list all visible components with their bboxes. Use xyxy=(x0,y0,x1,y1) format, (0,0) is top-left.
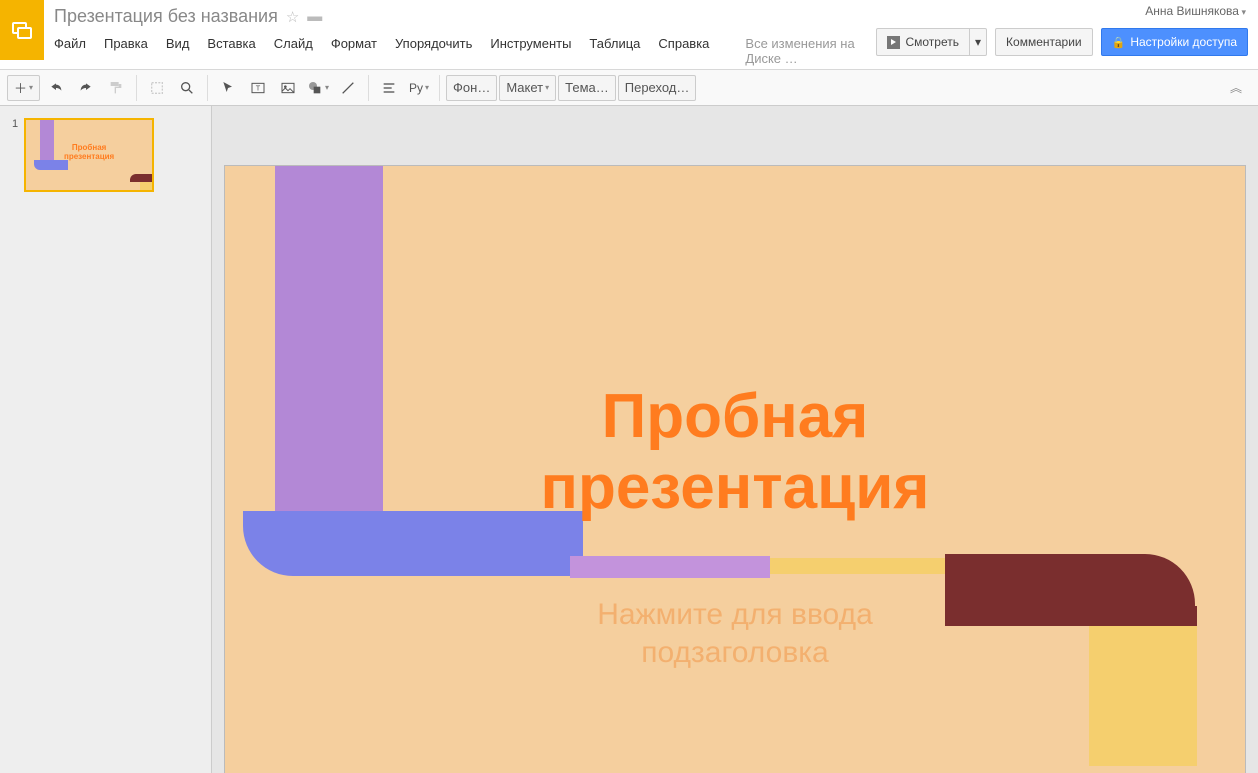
user-account-label[interactable]: Анна Вишнякова xyxy=(1145,4,1246,18)
transition-button[interactable]: Переход… xyxy=(618,75,697,101)
menu-arrange[interactable]: Упорядочить xyxy=(395,33,472,69)
menu-help[interactable]: Справка xyxy=(658,33,709,69)
app-header: Презентация без названия ☆ ▬ Файл Правка… xyxy=(0,0,1258,70)
menu-tools[interactable]: Инструменты xyxy=(490,33,571,69)
toolbar: ＋▾ T ▾ Ру▾ Фон… Макет▾ Тема… Переход… ︽ xyxy=(0,70,1258,106)
bg-label: Фон… xyxy=(453,80,490,95)
menu-slide[interactable]: Слайд xyxy=(274,33,313,69)
menu-edit[interactable]: Правка xyxy=(104,33,148,69)
menu-insert[interactable]: Вставка xyxy=(207,33,255,69)
align-tool[interactable] xyxy=(375,75,403,101)
layout-button[interactable]: Макет▾ xyxy=(499,75,556,101)
slide-subtitle-placeholder[interactable]: Нажмите для вводаподзаголовка xyxy=(225,596,1245,671)
redo-button[interactable] xyxy=(72,75,100,101)
menu-format[interactable]: Формат xyxy=(331,33,377,69)
cursor-icon xyxy=(220,80,236,96)
present-button-group: Смотреть ▾ xyxy=(876,28,987,56)
separator xyxy=(368,75,369,101)
title-area: Презентация без названия ☆ ▬ Файл Правка… xyxy=(44,0,866,69)
decor-yellow-bar xyxy=(770,558,948,574)
separator xyxy=(207,75,208,101)
select-tool[interactable] xyxy=(214,75,242,101)
zoom-button[interactable] xyxy=(173,75,201,101)
paint-roller-icon xyxy=(108,80,124,96)
theme-button[interactable]: Тема… xyxy=(558,75,616,101)
line-tool[interactable] xyxy=(334,75,362,101)
shape-tool[interactable]: ▾ xyxy=(304,75,332,101)
save-status: Все изменения на Диске … xyxy=(745,33,856,69)
present-label: Смотреть xyxy=(905,35,959,49)
present-button[interactable]: Смотреть xyxy=(876,28,970,56)
lock-icon xyxy=(1112,35,1126,49)
thumb-title: Пробнаяпрезентация xyxy=(26,144,152,162)
fit-button[interactable] xyxy=(143,75,171,101)
textbox-icon: T xyxy=(250,80,266,96)
decor-lilac-bar xyxy=(570,556,770,578)
separator xyxy=(439,75,440,101)
svg-text:T: T xyxy=(256,83,261,92)
layout-label: Макет xyxy=(506,80,543,95)
present-dropdown[interactable]: ▾ xyxy=(970,28,987,56)
undo-button[interactable] xyxy=(42,75,70,101)
comments-button[interactable]: Комментарии xyxy=(995,28,1093,56)
collapse-toolbar[interactable]: ︽ xyxy=(1230,79,1242,96)
redo-icon xyxy=(78,80,94,96)
transition-label: Переход… xyxy=(625,80,690,95)
header-actions: Смотреть ▾ Комментарии Настройки доступа xyxy=(866,20,1258,64)
shape-icon xyxy=(307,80,323,96)
menu-file[interactable]: Файл xyxy=(54,33,86,69)
app-logo[interactable] xyxy=(0,0,44,60)
lang-label: Ру xyxy=(409,81,423,95)
slide-title[interactable]: Пробнаяпрезентация xyxy=(225,381,1245,524)
star-icon[interactable]: ☆ xyxy=(286,8,299,26)
folder-icon[interactable]: ▬ xyxy=(307,8,322,25)
thumbnail-item[interactable]: 1 Пробнаяпрезентация xyxy=(12,118,199,192)
thumbnail-preview[interactable]: Пробнаяпрезентация xyxy=(24,118,154,192)
zoom-icon xyxy=(179,80,195,96)
menu-view[interactable]: Вид xyxy=(166,33,190,69)
theme-label: Тема… xyxy=(565,80,609,95)
play-icon xyxy=(887,36,900,49)
image-tool[interactable] xyxy=(274,75,302,101)
paint-format-button[interactable] xyxy=(102,75,130,101)
image-icon xyxy=(280,80,296,96)
thumb-shape xyxy=(130,174,152,182)
new-slide-button[interactable]: ＋▾ xyxy=(7,75,40,101)
menu-bar: Файл Правка Вид Вставка Слайд Формат Упо… xyxy=(54,33,856,69)
workspace: 1 Пробнаяпрезентация Пробнаяпрезентация xyxy=(0,106,1258,773)
lang-tool[interactable]: Ру▾ xyxy=(405,75,433,101)
document-title[interactable]: Презентация без названия xyxy=(54,6,278,27)
separator xyxy=(136,75,137,101)
slide[interactable]: Пробнаяпрезентация Нажмите для вводаподз… xyxy=(225,166,1245,773)
textbox-tool[interactable]: T xyxy=(244,75,272,101)
thumbnail-panel: 1 Пробнаяпрезентация xyxy=(0,106,212,773)
line-icon xyxy=(340,80,356,96)
align-icon xyxy=(381,80,397,96)
slides-icon xyxy=(10,18,34,42)
undo-icon xyxy=(48,80,64,96)
share-label: Настройки доступа xyxy=(1130,35,1237,49)
background-button[interactable]: Фон… xyxy=(446,75,497,101)
share-button[interactable]: Настройки доступа xyxy=(1101,28,1248,56)
menu-table[interactable]: Таблица xyxy=(589,33,640,69)
zoom-fit-icon xyxy=(149,80,165,96)
canvas-area[interactable]: Пробнаяпрезентация Нажмите для вводаподз… xyxy=(212,106,1258,773)
thumb-shape xyxy=(140,182,152,190)
thumbnail-number: 1 xyxy=(12,118,18,192)
